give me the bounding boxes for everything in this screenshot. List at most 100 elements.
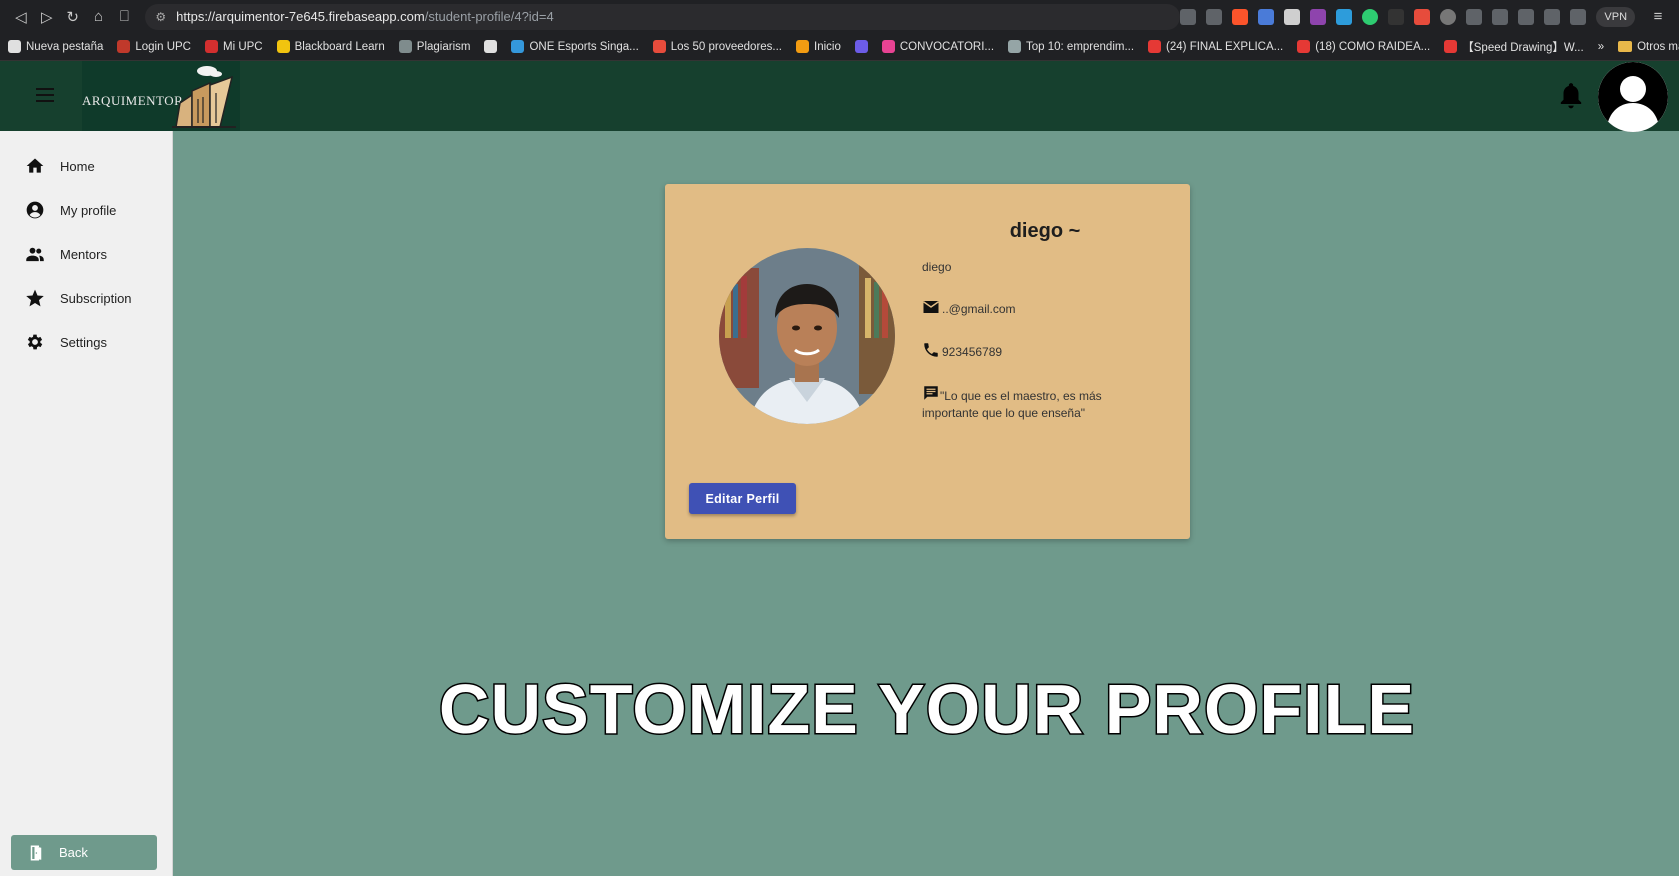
profile-bio-value: "Lo que es el maestro, es más importante… [922, 389, 1102, 420]
bookmark-icon[interactable]: ⎕ [112, 4, 138, 30]
sidebar-item-mentors[interactable]: Mentors [24, 242, 107, 266]
back-nav-icon[interactable]: ◁ [8, 4, 34, 30]
folder-icon [1618, 41, 1633, 52]
bookmark-label: Mi UPC [223, 40, 263, 53]
extension-icons: VPN ≡ [1180, 4, 1671, 30]
bookmark-label: Los 50 proveedores... [670, 40, 783, 53]
bookmark-item[interactable] [484, 40, 498, 53]
bookmark-item[interactable]: Login UPC [117, 40, 191, 53]
reload-icon[interactable]: ↻ [60, 4, 86, 30]
bookmark-label: Inicio [814, 40, 841, 53]
bookmark-favicon-icon [881, 40, 895, 53]
sidebar-item-home[interactable]: Home [24, 154, 95, 178]
edit-profile-button[interactable]: Editar Perfil [689, 483, 796, 514]
sidebar-toggle-icon[interactable] [1544, 8, 1561, 25]
sidebar-item-my-profile[interactable]: My profile [24, 198, 116, 222]
bookmark-item[interactable]: ONE Esports Singa... [511, 40, 639, 53]
bookmark-favicon-icon [796, 40, 810, 53]
bookmark-favicon-icon [276, 40, 290, 53]
bookmark-item[interactable]: Inicio [796, 40, 841, 53]
bookmark-item[interactable]: Mi UPC [205, 40, 263, 53]
bookmark-item[interactable]: Nueva pestaña [8, 40, 103, 53]
bookmark-item[interactable]: Top 10: emprendim... [1008, 40, 1134, 53]
forward-nav-icon[interactable]: ▷ [34, 4, 60, 30]
bookmark-item[interactable]: (18) COMO RAIDEA... [1297, 40, 1430, 53]
email-icon [923, 301, 939, 313]
sidebar: Home My profile Mentors Subscription Set… [0, 131, 173, 876]
bookmark-item[interactable]: 【Speed Drawing】W... [1444, 39, 1584, 55]
bookmark-label: Blackboard Learn [294, 40, 385, 53]
bookmarks-overflow-button[interactable]: » [1598, 41, 1604, 53]
gear-icon [24, 331, 46, 353]
extension-icon[interactable] [1388, 8, 1405, 25]
extension-icon[interactable] [1414, 8, 1431, 25]
profile-card: diego ~ diego ..@gmail.com 923456789 "Lo… [665, 184, 1190, 539]
sidebar-item-label: My profile [60, 202, 117, 218]
extension-icon[interactable] [1362, 8, 1379, 25]
puzzle-icon[interactable] [1466, 8, 1483, 25]
google-translate-icon[interactable] [1258, 8, 1275, 25]
share-icon[interactable] [1206, 8, 1223, 25]
extension-icon[interactable] [1284, 8, 1301, 25]
sidebar-item-label: Mentors [60, 246, 107, 262]
exit-door-icon [30, 845, 42, 860]
hamburger-menu-icon[interactable] [36, 88, 54, 102]
sidebar-item-subscription[interactable]: Subscription [24, 286, 132, 310]
profile-email: ..@gmail.com [922, 298, 1016, 316]
bookmark-favicon-icon [511, 40, 525, 53]
other-bookmarks-folder[interactable]: Otros marcadores [1618, 41, 1679, 53]
back-button-label: Back [59, 845, 88, 860]
notification-bell-icon[interactable] [1558, 81, 1584, 111]
music-icon[interactable] [1492, 8, 1509, 25]
logo-text: ARQUIMENTOR [82, 93, 184, 108]
bookmark-label: (18) COMO RAIDEA... [1315, 40, 1431, 53]
site-info-icon[interactable]: ⚙ [155, 10, 166, 24]
menu-icon[interactable]: ≡ [1645, 4, 1671, 30]
vpn-button[interactable]: VPN [1596, 6, 1636, 27]
phone-icon [924, 343, 938, 357]
bookmark-favicon-icon [484, 40, 498, 53]
translate-icon[interactable] [1180, 8, 1197, 25]
bookmark-label: Nueva pestaña [26, 40, 104, 53]
download-icon[interactable] [1518, 8, 1535, 25]
bookmark-favicon-icon [117, 40, 131, 53]
user-avatar[interactable] [1598, 62, 1668, 132]
bookmark-favicon-icon [1444, 40, 1458, 53]
browser-toolbar: ◁ ▷ ↻ ⌂ ⎕ ⚙ https://arquimentor-7e645.fi… [0, 0, 1679, 33]
bookmark-label: Top 10: emprendim... [1026, 40, 1135, 53]
sidebar-item-label: Settings [60, 334, 107, 350]
home-nav-icon[interactable]: ⌂ [86, 4, 112, 30]
extension-icon[interactable] [1336, 8, 1353, 25]
bookmark-item[interactable]: Los 50 proveedores... [652, 40, 783, 53]
brave-shield-icon[interactable] [1232, 8, 1249, 25]
bookmark-label: (24) FINAL EXPLICA... [1166, 40, 1284, 53]
url-path: /student-profile/4?id=4 [424, 9, 554, 24]
profile-phone-value: 923456789 [942, 345, 1003, 359]
address-bar[interactable]: ⚙ https://arquimentor-7e645.firebaseapp.… [145, 3, 1181, 30]
profile-email-value: ..@gmail.com [942, 302, 1016, 316]
bookmark-label: Login UPC [135, 40, 191, 53]
bookmark-item[interactable]: Blackboard Learn [276, 40, 385, 53]
bookmark-item[interactable]: Plagiarism [398, 40, 471, 53]
bookmark-favicon-icon [854, 40, 868, 53]
extension-icon[interactable] [1440, 8, 1457, 25]
wallet-icon[interactable] [1570, 8, 1587, 25]
bookmark-item[interactable] [854, 40, 868, 53]
folder-label: Otros marcadores [1637, 40, 1679, 53]
bookmark-label: Plagiarism [416, 40, 471, 53]
sidebar-item-settings[interactable]: Settings [24, 330, 107, 354]
overlay-caption: CUSTOMIZE YOUR PROFILE [437, 669, 1416, 750]
bookmark-favicon-icon [1008, 40, 1022, 53]
home-icon [24, 155, 46, 177]
bookmark-favicon-icon [1148, 40, 1162, 53]
star-icon [24, 287, 46, 309]
back-button[interactable]: Back [11, 835, 157, 870]
sidebar-item-label: Subscription [60, 290, 132, 306]
bookmark-item[interactable]: (24) FINAL EXPLICA... [1148, 40, 1283, 53]
extension-icon[interactable] [1310, 8, 1327, 25]
logo[interactable]: ARQUIMENTOR [82, 61, 240, 131]
bookmark-label: CONVOCATORI... [899, 40, 995, 53]
bookmark-item[interactable]: CONVOCATORI... [881, 40, 995, 53]
profile-bio: "Lo que es el maestro, es más importante… [922, 384, 1142, 422]
account-circle-icon [24, 199, 46, 221]
